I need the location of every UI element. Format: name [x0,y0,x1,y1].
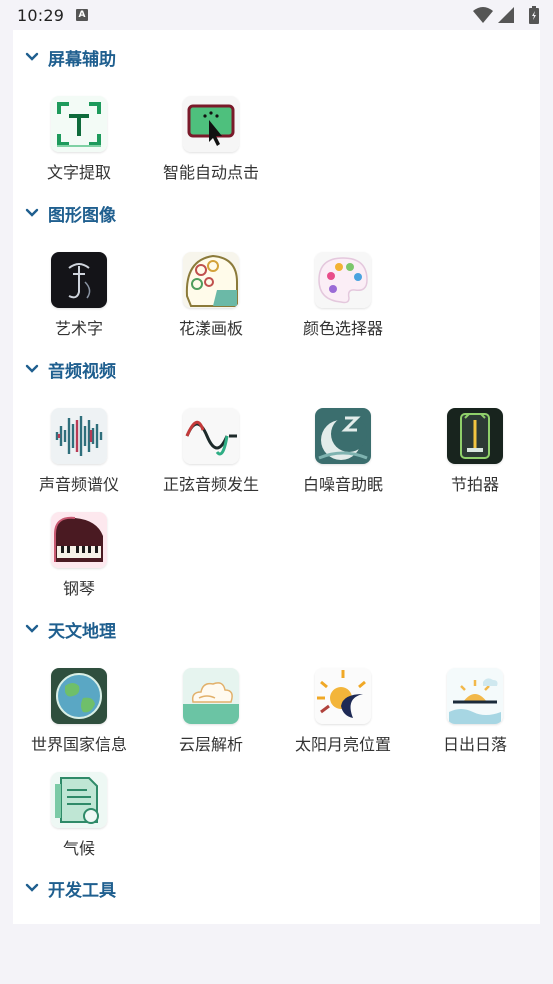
right-margin [540,30,553,924]
section-title: 开发工具 [48,880,116,901]
climate-document-icon [51,772,107,828]
section-header-graphics[interactable]: 图形图像 [24,201,116,226]
tool-label: 正弦音频发生 [162,475,259,494]
chevron-down-icon [25,624,39,633]
left-margin [0,30,13,924]
signal-icon [498,7,514,23]
tool-label: 太阳月亮位置 [294,735,391,754]
spectrum-icon [51,408,107,464]
chevron-down-icon [25,208,39,217]
chevron-down-icon [25,52,39,61]
sun-moon-icon [315,668,371,724]
battery-icon [529,6,539,24]
tool-label: 世界国家信息 [30,735,127,754]
metronome-icon [447,408,503,464]
tool-cloud-analysis[interactable]: 云层解析 [145,668,277,758]
art-text-icon [51,252,107,308]
tool-auto-click[interactable]: 智能自动点击 [145,96,277,186]
tool-metronome[interactable]: 节拍器 [409,408,541,498]
section-title: 音频视频 [48,361,116,382]
tool-label: 艺术字 [54,319,103,338]
tool-label: 云层解析 [178,735,243,754]
status-bar: 10:29 A [0,0,553,30]
flower-board-icon [183,252,239,308]
color-picker-icon [315,252,371,308]
chevron-down-icon [25,364,39,373]
tool-climate[interactable]: 气候 [13,772,145,862]
tool-label: 节拍器 [450,475,499,494]
tool-label: 钢琴 [62,579,95,598]
tool-label: 花漾画板 [178,319,243,338]
tool-white-noise[interactable]: 白噪音助眠 [277,408,409,498]
tool-spectrum-analyzer[interactable]: 声音频谱仪 [13,408,145,498]
status-time: 10:29 [17,6,65,25]
tool-label: 声音频谱仪 [38,475,119,494]
globe-icon [51,668,107,724]
section-header-screen-assist[interactable]: 屏幕辅助 [24,45,116,70]
section-title: 天文地理 [48,621,116,642]
tool-sine-generator[interactable]: 正弦音频发生 [145,408,277,498]
tool-sun-moon-position[interactable]: 太阳月亮位置 [277,668,409,758]
tool-text-extract[interactable]: 文字提取 [13,96,145,186]
wifi-icon [473,7,493,23]
tool-label: 气候 [62,839,95,858]
sunrise-icon [447,668,503,724]
tool-art-text[interactable]: 艺术字 [13,252,145,342]
tool-label: 白噪音助眠 [302,475,383,494]
section-header-astronomy-geography[interactable]: 天文地理 [24,617,116,642]
auto-click-icon [183,96,239,152]
tool-label: 颜色选择器 [302,319,383,338]
tool-label: 智能自动点击 [162,163,259,182]
tool-label: 日出日落 [442,735,507,754]
section-header-audio-video[interactable]: 音频视频 [24,357,116,382]
tool-country-info[interactable]: 世界国家信息 [13,668,145,758]
tool-flower-board[interactable]: 花漾画板 [145,252,277,342]
sine-wave-icon [183,408,239,464]
section-title: 屏幕辅助 [48,49,116,70]
text-extract-icon [51,96,107,152]
section-title: 图形图像 [48,205,116,226]
notification-icon: A [76,9,88,21]
tool-label: 文字提取 [46,163,111,182]
section-header-dev-tools[interactable]: 开发工具 [24,876,116,901]
cloud-icon [183,668,239,724]
white-noise-icon [315,408,371,464]
piano-icon [51,512,107,568]
tool-sunrise-sunset[interactable]: 日出日落 [409,668,541,758]
chevron-down-icon [25,883,39,892]
tool-piano[interactable]: 钢琴 [13,512,145,602]
tool-color-picker[interactable]: 颜色选择器 [277,252,409,342]
